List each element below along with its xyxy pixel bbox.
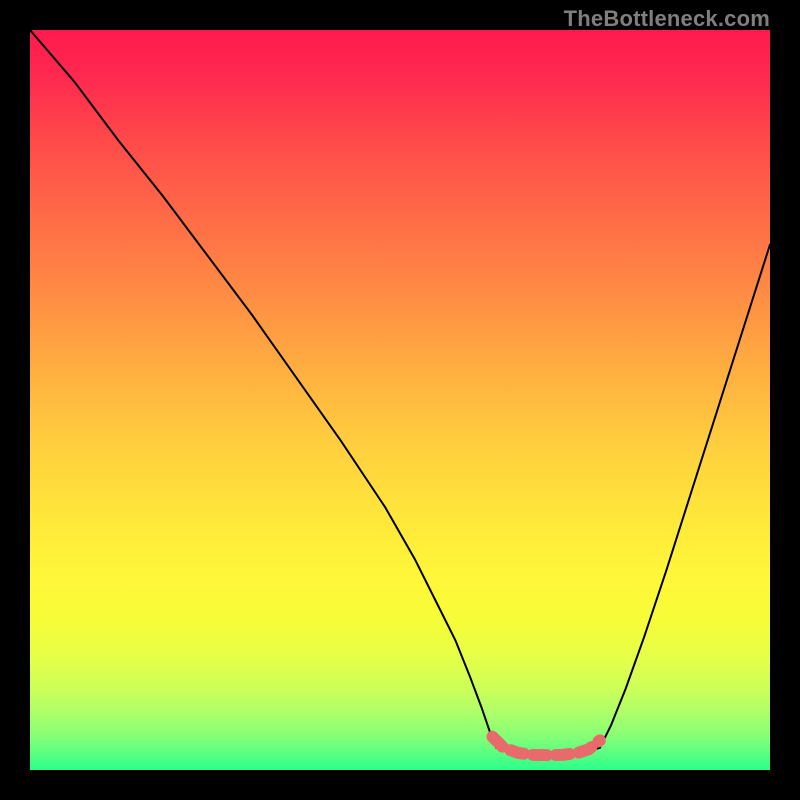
watermark-text: TheBottleneck.com [564, 6, 770, 32]
curves-layer [30, 30, 770, 770]
right-curve [600, 245, 770, 748]
chart-frame: TheBottleneck.com [0, 0, 800, 800]
plot-area [30, 30, 770, 770]
left-curve [30, 30, 496, 748]
highlighted-points [493, 737, 600, 756]
